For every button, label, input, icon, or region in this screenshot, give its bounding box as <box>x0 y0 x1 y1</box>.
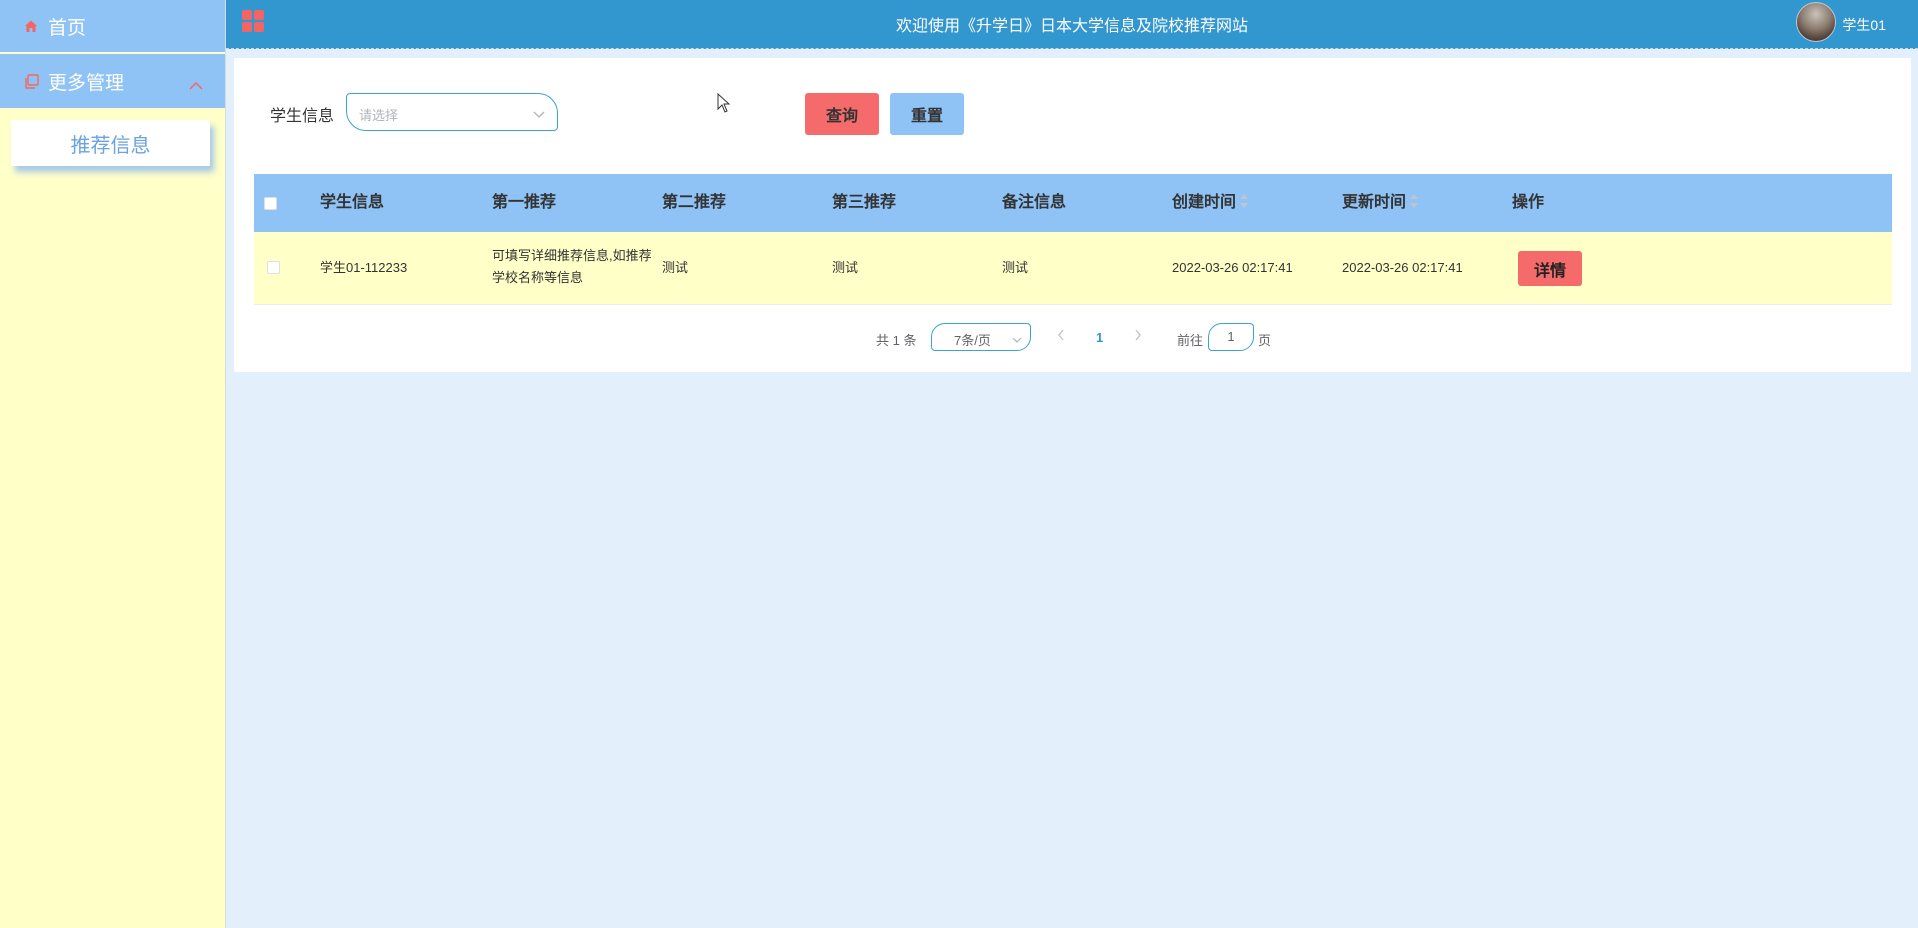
select-all-checkbox[interactable] <box>264 197 277 210</box>
column-header-updated[interactable]: 更新时间 <box>1342 174 1419 232</box>
page-size-value: 7条/页 <box>954 333 991 348</box>
username[interactable]: 学生01 <box>1842 15 1886 35</box>
select-placeholder: 请选择 <box>359 108 399 123</box>
column-header-remark: 备注信息 <box>1002 194 1067 211</box>
student-info-select[interactable]: 请选择 <box>346 93 558 131</box>
site-title: 欢迎使用《升学日》日本大学信息及院校推荐网站 <box>895 18 1248 35</box>
home-icon <box>22 17 40 35</box>
avatar[interactable] <box>1796 2 1836 42</box>
sort-icon[interactable] <box>1410 193 1419 208</box>
cell-created-time: 2022-03-26 02:17:41 <box>1172 260 1293 275</box>
cell-third-recommendation: 测试 <box>832 260 859 275</box>
pagination-total: 共 1 条 <box>876 333 917 348</box>
table-row: 学生01-112233 可填写详细推荐信息,如推荐学校名称等信息 测试 测试 测… <box>254 232 1892 305</box>
mouse-cursor-icon <box>717 92 731 118</box>
cell-remark: 测试 <box>1002 260 1029 275</box>
column-header-first: 第一推荐 <box>492 194 557 211</box>
page-size-select[interactable]: 7条/页 <box>931 323 1031 351</box>
chevron-down-icon <box>1012 332 1022 347</box>
recommendation-table: 学生信息 第一推荐 第二推荐 第三推荐 备注信息 创建时间 更新时间 操作 学生… <box>254 174 1892 305</box>
copy-icon <box>22 72 40 90</box>
sidebar-subitem-label: 推荐信息 <box>70 134 151 157</box>
sidebar-item-label: 更多管理 <box>48 72 125 94</box>
query-button[interactable]: 查询 <box>805 93 879 135</box>
sidebar-item-home[interactable]: 首页 <box>0 0 225 52</box>
cell-first-recommendation: 可填写详细推荐信息,如推荐学校名称等信息 <box>492 248 652 285</box>
chevron-up-icon <box>189 75 203 97</box>
column-header-second: 第二推荐 <box>662 194 727 211</box>
cell-second-recommendation: 测试 <box>662 260 689 275</box>
prev-page-icon[interactable] <box>1057 329 1065 344</box>
page-number-current[interactable]: 1 <box>1096 330 1103 345</box>
sidebar: 首页 更多管理 推荐信息 <box>0 0 226 928</box>
pagination: 共 1 条 7条/页 1 前往 1 页 <box>234 323 1911 353</box>
student-info-label: 学生信息 <box>270 108 335 125</box>
column-header-third: 第三推荐 <box>832 194 897 211</box>
column-header-student: 学生信息 <box>320 194 385 211</box>
cell-updated-time: 2022-03-26 02:17:41 <box>1342 260 1463 275</box>
detail-button[interactable]: 详情 <box>1518 251 1582 286</box>
sidebar-item-more-management[interactable]: 更多管理 <box>0 54 225 108</box>
cell-student: 学生01-112233 <box>320 260 408 275</box>
goto-suffix: 页 <box>1258 333 1272 348</box>
row-checkbox[interactable] <box>267 261 280 274</box>
chevron-down-icon <box>533 106 545 124</box>
sort-icon[interactable] <box>1240 193 1249 208</box>
next-page-icon[interactable] <box>1134 329 1142 344</box>
reset-button[interactable]: 重置 <box>890 93 964 135</box>
sidebar-subitem-recommendation[interactable]: 推荐信息 <box>11 120 210 166</box>
top-header: 欢迎使用《升学日》日本大学信息及院校推荐网站 学生01 <box>226 0 1918 49</box>
sidebar-item-label: 首页 <box>48 17 87 39</box>
column-header-actions: 操作 <box>1512 194 1545 211</box>
table-header: 学生信息 第一推荐 第二推荐 第三推荐 备注信息 创建时间 更新时间 操作 <box>254 174 1892 232</box>
goto-label: 前往 <box>1177 333 1204 348</box>
main-panel: 学生信息 请选择 查询 重置 学生信息 第一推荐 第二推荐 第三推荐 备注信息 … <box>234 58 1911 372</box>
column-header-created[interactable]: 创建时间 <box>1172 174 1249 232</box>
goto-page-input[interactable]: 1 <box>1208 323 1254 351</box>
